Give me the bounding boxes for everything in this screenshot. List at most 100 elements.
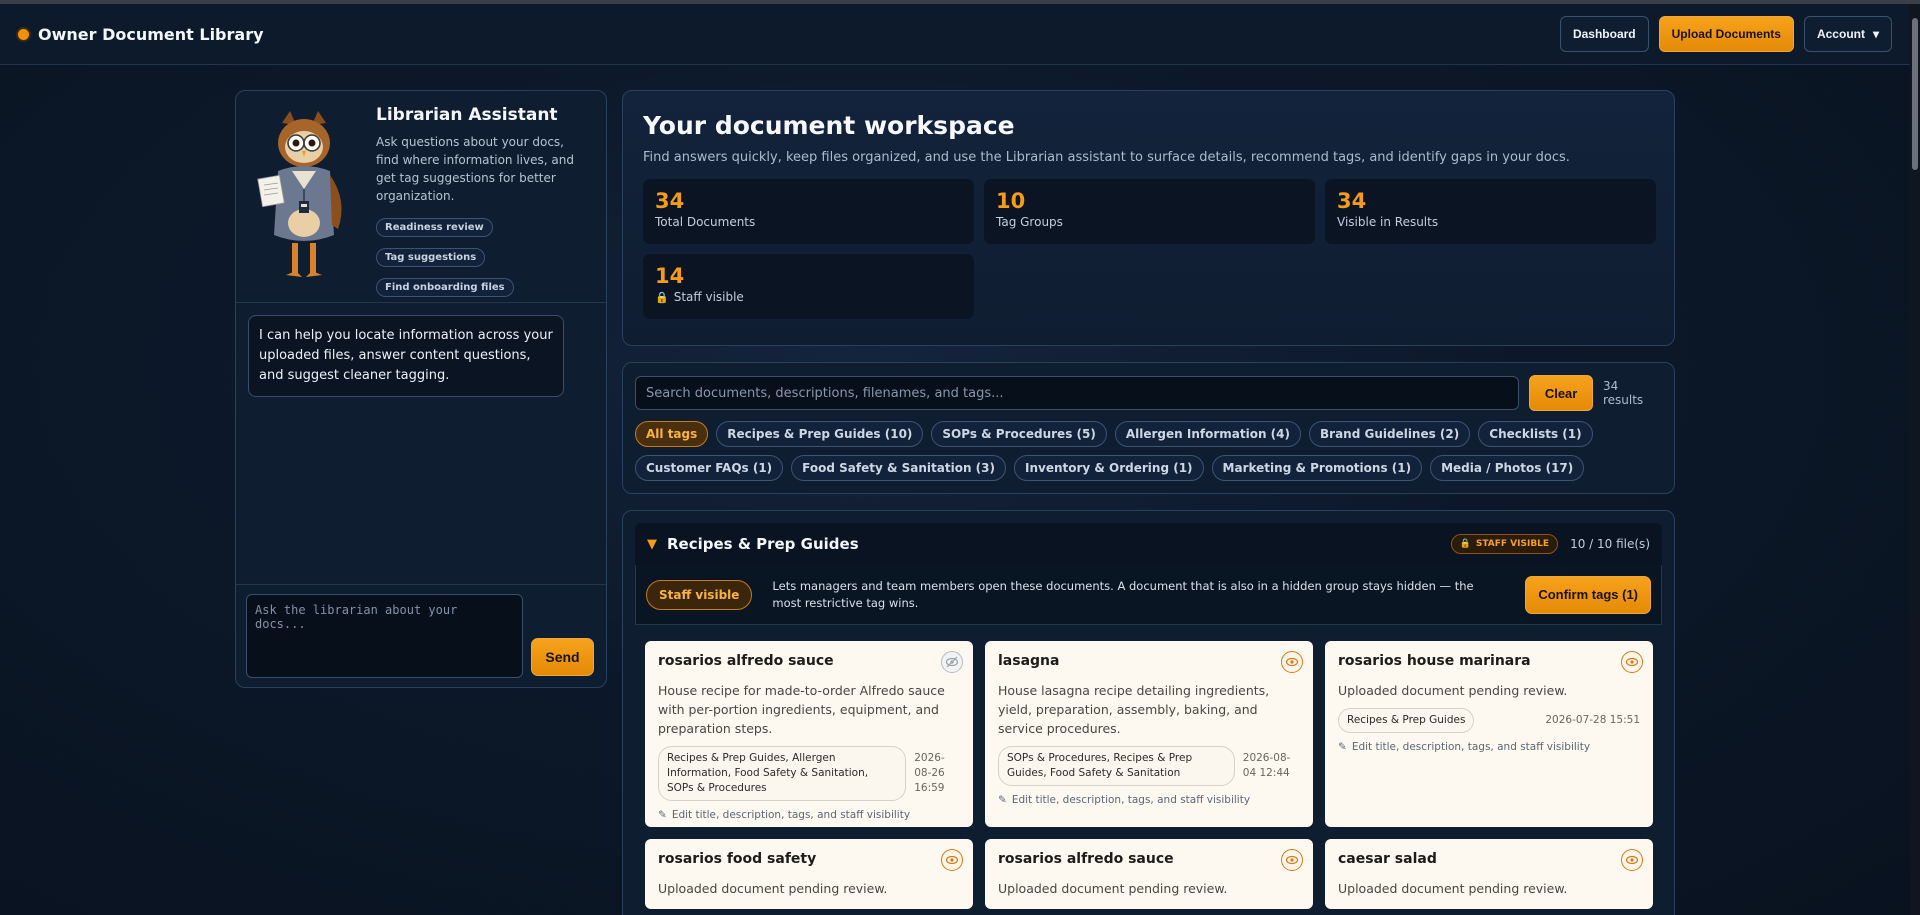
brand-dot-icon bbox=[18, 28, 29, 40]
visibility-explanation: Lets managers and team members open thes… bbox=[772, 578, 1474, 610]
page-scrollbar[interactable] bbox=[1910, 4, 1920, 915]
librarian-chat-input[interactable] bbox=[246, 594, 523, 678]
account-label: Account bbox=[1816, 27, 1865, 41]
tag-filter-media[interactable]: Media / Photos (17) bbox=[1430, 455, 1585, 481]
document-cards: rosarios alfredo sauce House recipe for … bbox=[635, 625, 1662, 909]
staff-visible-badge-label: STAFF VISIBLE bbox=[1475, 539, 1550, 549]
document-tags: Recipes & Prep Guides bbox=[1338, 708, 1475, 733]
confirm-tags-button[interactable]: Confirm tags (1) bbox=[1525, 575, 1651, 614]
readiness-review-chip[interactable]: Readiness review bbox=[376, 218, 493, 237]
edit-document-link[interactable]: ✎ Edit title, description, tags, and sta… bbox=[998, 794, 1300, 806]
tag-filter-list: All tags Recipes & Prep Guides (10) SOPs… bbox=[635, 421, 1635, 481]
document-card[interactable]: rosarios alfredo sauce Uploaded document… bbox=[985, 839, 1313, 909]
document-date: 2026-08-04 12:44 bbox=[1242, 752, 1291, 779]
eye-icon[interactable] bbox=[941, 849, 963, 871]
tag-filter-checklists[interactable]: Checklists (1) bbox=[1478, 421, 1593, 447]
group-header[interactable]: ▼ Recipes & Prep Guides 🔒 STAFF VISIBLE … bbox=[635, 523, 1662, 565]
document-card[interactable]: lasagna House lasagna recipe detailing i… bbox=[985, 641, 1313, 827]
pencil-icon: ✎ bbox=[1338, 741, 1347, 753]
search-row: Clear 34 results bbox=[635, 375, 1662, 411]
tag-filter-allergen[interactable]: Allergen Information (4) bbox=[1114, 421, 1301, 447]
dashboard-button[interactable]: Dashboard bbox=[1559, 16, 1649, 52]
tag-filter-customer-faqs[interactable]: Customer FAQs (1) bbox=[635, 455, 784, 481]
document-title: lasagna bbox=[998, 653, 1060, 669]
document-tags: Recipes & Prep Guides, Allergen Informat… bbox=[658, 746, 907, 801]
top-actions: Dashboard Upload Documents Account ▾ bbox=[1559, 16, 1892, 52]
stat-label: Visible in Results bbox=[1337, 215, 1439, 229]
tag-filter-all[interactable]: All tags bbox=[635, 421, 709, 447]
tag-filter-food-safety[interactable]: Food Safety & Sanitation (3) bbox=[791, 455, 1006, 481]
tag-filter-sops[interactable]: SOPs & Procedures (5) bbox=[931, 421, 1107, 447]
tag-group-recipes: ▼ Recipes & Prep Guides 🔒 STAFF VISIBLE … bbox=[622, 510, 1675, 915]
eye-icon[interactable] bbox=[1281, 849, 1303, 871]
document-title: rosarios alfredo sauce bbox=[998, 851, 1174, 867]
edit-document-link[interactable]: ✎ Edit title, description, tags, and sta… bbox=[1338, 741, 1640, 753]
brand: Owner Document Library bbox=[18, 25, 264, 44]
group-file-count: 10 / 10 file(s) bbox=[1570, 537, 1650, 551]
document-description: Uploaded document pending review. bbox=[658, 881, 888, 896]
document-meta: Recipes & Prep Guides 2026-07-28 15:51 bbox=[1338, 708, 1640, 733]
edit-label: Edit title, description, tags, and staff… bbox=[1011, 794, 1251, 806]
scrollbar-thumb[interactable] bbox=[1912, 18, 1918, 170]
workspace-subtitle: Find answers quickly, keep files organiz… bbox=[643, 150, 1570, 165]
document-description: Uploaded document pending review. bbox=[998, 881, 1228, 896]
tag-filter-recipes[interactable]: Recipes & Prep Guides (10) bbox=[716, 421, 924, 447]
chat-composer: Send bbox=[236, 585, 606, 687]
assistant-title: Librarian Assistant bbox=[376, 105, 558, 125]
eye-icon[interactable] bbox=[1621, 651, 1643, 673]
assistant-description: Ask questions about your docs, find wher… bbox=[376, 135, 574, 203]
stat-label: Staff visible bbox=[673, 290, 744, 304]
tag-filter-brand[interactable]: Brand Guidelines (2) bbox=[1309, 421, 1471, 447]
group-title: Recipes & Prep Guides bbox=[667, 535, 859, 553]
search-panel: Clear 34 results All tags Recipes & Prep… bbox=[622, 362, 1675, 494]
group-header-right: 🔒 STAFF VISIBLE 10 / 10 file(s) bbox=[1450, 534, 1650, 554]
edit-document-link[interactable]: ✎ Edit title, description, tags, and sta… bbox=[658, 809, 960, 821]
staff-visible-toggle[interactable]: Staff visible bbox=[646, 579, 753, 610]
clear-search-button[interactable]: Clear bbox=[1529, 375, 1593, 411]
tag-suggestions-chip[interactable]: Tag suggestions bbox=[376, 248, 486, 267]
document-date: 2026-08-26 16:59 bbox=[914, 752, 945, 794]
document-date: 2026-07-28 15:51 bbox=[1545, 714, 1640, 726]
send-button[interactable]: Send bbox=[531, 638, 594, 676]
stat-label: Tag Groups bbox=[996, 215, 1063, 229]
eye-icon[interactable] bbox=[1281, 651, 1303, 673]
stat-total-documents: 34 Total Documents bbox=[643, 179, 974, 244]
document-description: House recipe for made-to-order Alfredo s… bbox=[658, 683, 945, 736]
stat-staff-visible: 14 🔒 Staff visible bbox=[643, 254, 974, 319]
stat-value: 34 bbox=[655, 189, 685, 213]
stat-visible-results: 34 Visible in Results bbox=[1325, 179, 1656, 244]
group-header-left: ▼ Recipes & Prep Guides bbox=[647, 535, 859, 553]
document-title: caesar salad bbox=[1338, 851, 1437, 867]
tag-filter-inventory[interactable]: Inventory & Ordering (1) bbox=[1013, 455, 1204, 481]
workspace-summary: Your document workspace Find answers qui… bbox=[622, 90, 1675, 346]
edit-label: Edit title, description, tags, and staff… bbox=[1351, 741, 1591, 753]
document-meta: Recipes & Prep Guides, Allergen Informat… bbox=[658, 746, 960, 801]
assistant-header: Librarian Assistant Ask questions about … bbox=[236, 91, 606, 303]
stat-value: 10 bbox=[996, 189, 1026, 213]
eye-icon[interactable] bbox=[1621, 849, 1643, 871]
account-menu-button[interactable]: Account ▾ bbox=[1803, 16, 1892, 52]
find-onboarding-files-chip[interactable]: Find onboarding files bbox=[376, 278, 514, 297]
document-card[interactable]: rosarios house marinara Uploaded documen… bbox=[1325, 641, 1653, 827]
chat-history: I can help you locate information across… bbox=[236, 303, 606, 585]
document-meta: SOPs & Procedures, Recipes & Prep Guides… bbox=[998, 746, 1300, 786]
document-tags: SOPs & Procedures, Recipes & Prep Guides… bbox=[998, 746, 1235, 786]
top-navigation: Owner Document Library Dashboard Upload … bbox=[0, 4, 1910, 65]
document-card[interactable]: caesar salad Uploaded document pending r… bbox=[1325, 839, 1653, 909]
upload-documents-button[interactable]: Upload Documents bbox=[1658, 16, 1794, 52]
caret-down-icon: ▾ bbox=[1872, 27, 1879, 41]
assistant-info: Librarian Assistant Ask questions about … bbox=[376, 105, 590, 297]
assistant-message: I can help you locate information across… bbox=[248, 315, 564, 397]
collapse-triangle-icon[interactable]: ▼ bbox=[647, 537, 657, 552]
document-search-input[interactable] bbox=[635, 376, 1520, 410]
eye-off-icon[interactable] bbox=[941, 651, 963, 673]
stat-value: 14 bbox=[655, 264, 685, 288]
tag-filter-marketing[interactable]: Marketing & Promotions (1) bbox=[1211, 455, 1423, 481]
document-card[interactable]: rosarios food safety Uploaded document p… bbox=[645, 839, 973, 909]
document-description: Uploaded document pending review. bbox=[1338, 683, 1568, 698]
pencil-icon: ✎ bbox=[998, 794, 1007, 806]
document-card[interactable]: rosarios alfredo sauce House recipe for … bbox=[645, 641, 973, 827]
stat-value: 34 bbox=[1337, 189, 1367, 213]
librarian-assistant-panel: Librarian Assistant Ask questions about … bbox=[235, 90, 607, 688]
document-title: rosarios food safety bbox=[658, 851, 817, 867]
